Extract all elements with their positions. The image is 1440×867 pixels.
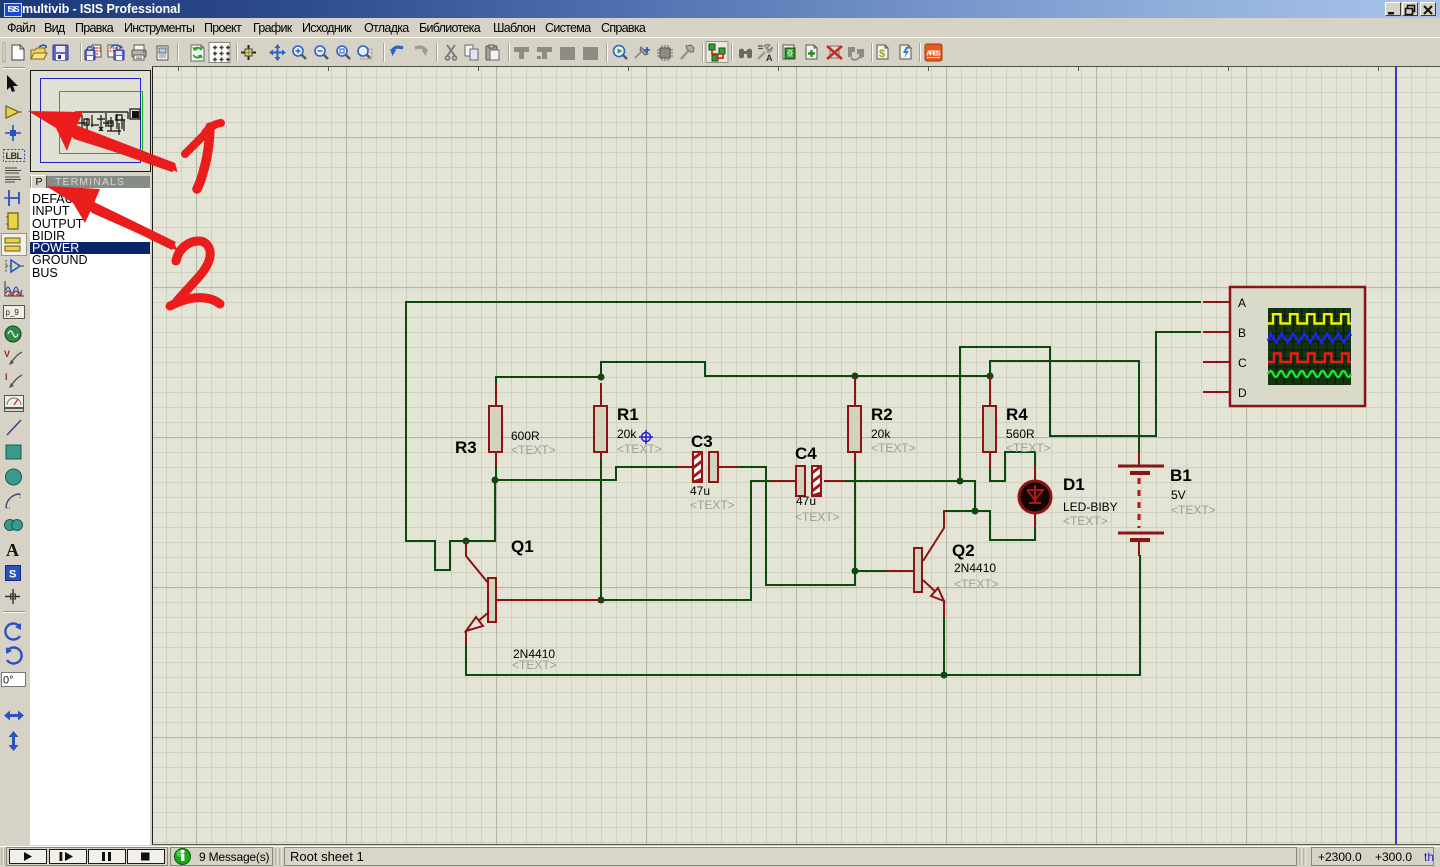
svg-text:p_9: p_9: [6, 308, 20, 317]
svg-text:R2: R2: [871, 405, 893, 424]
svg-text:C4: C4: [795, 444, 817, 463]
svg-text:0°: 0°: [3, 675, 14, 687]
svg-text:LED-BIBY: LED-BIBY: [1063, 500, 1118, 514]
svg-text:LBL: LBL: [6, 151, 23, 161]
svg-text:B: B: [1238, 326, 1246, 340]
svg-text:C3: C3: [691, 432, 713, 451]
svg-text:<TEXT>: <TEXT>: [690, 498, 735, 512]
svg-text:R1: R1: [617, 405, 639, 424]
svg-text:560R: 560R: [1006, 427, 1035, 441]
svg-text:A: A: [6, 540, 19, 560]
svg-text:5V: 5V: [1171, 488, 1186, 502]
svg-text:47u: 47u: [690, 484, 710, 498]
svg-text:<TEXT>: <TEXT>: [1006, 441, 1051, 455]
svg-text:R4: R4: [1006, 405, 1028, 424]
svg-text:<TEXT>: <TEXT>: [617, 442, 662, 456]
svg-text:V: V: [4, 349, 10, 359]
svg-text:<TEXT>: <TEXT>: [1171, 503, 1216, 517]
svg-text:<TEXT>: <TEXT>: [871, 441, 916, 455]
svg-text:A: A: [1238, 296, 1246, 310]
svg-text:D1: D1: [1063, 475, 1085, 494]
svg-text:2N4410: 2N4410: [954, 561, 996, 575]
svg-text:D: D: [1238, 386, 1247, 400]
svg-text:Q2: Q2: [952, 541, 975, 560]
svg-text:600R: 600R: [511, 429, 540, 443]
svg-text:I: I: [5, 372, 8, 382]
svg-text:47u: 47u: [796, 494, 816, 508]
svg-text:20k: 20k: [617, 427, 637, 441]
svg-text:B1: B1: [1170, 466, 1192, 485]
svg-text:S: S: [9, 569, 16, 581]
svg-text:<TEXT>: <TEXT>: [1063, 514, 1108, 528]
svg-text:<TEXT>: <TEXT>: [512, 658, 557, 672]
svg-text:C: C: [1238, 356, 1247, 370]
svg-text:ARES: ARES: [926, 51, 941, 58]
svg-text:<TEXT>: <TEXT>: [795, 510, 840, 524]
svg-text:R3: R3: [455, 438, 477, 457]
svg-text:Q1: Q1: [511, 537, 534, 556]
svg-text:20k: 20k: [871, 427, 891, 441]
svg-text:A: A: [766, 53, 773, 63]
svg-text:$: $: [879, 48, 885, 60]
svg-text:<TEXT>: <TEXT>: [954, 577, 999, 591]
svg-text:<TEXT>: <TEXT>: [511, 443, 556, 457]
